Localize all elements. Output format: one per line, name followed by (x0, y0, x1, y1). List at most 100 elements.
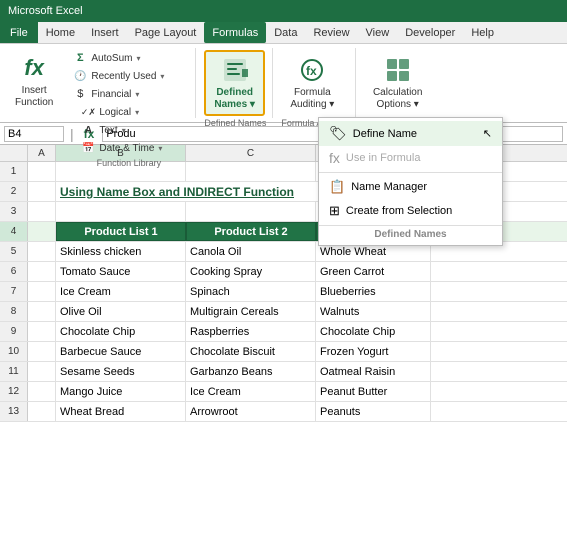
defined-names-button[interactable]: DefinedNames ▾ (204, 50, 265, 116)
cell-10c[interactable]: Chocolate Biscuit (186, 342, 316, 361)
insert-function-label: InsertFunction (15, 85, 53, 109)
cell-8d[interactable]: Walnuts (316, 302, 431, 321)
dropdown-item-use-in-formula[interactable]: fx Use in Formula (319, 146, 502, 170)
cell-9b[interactable]: Chocolate Chip (56, 322, 186, 341)
formula-auditing-label: FormulaAuditing ▾ (290, 87, 334, 111)
cell-10b[interactable]: Barbecue Sauce (56, 342, 186, 361)
menu-view[interactable]: View (358, 22, 398, 43)
menu-data[interactable]: Data (266, 22, 305, 43)
table-row: 9 Chocolate Chip Raspberries Chocolate C… (0, 322, 567, 342)
logical-arrow: ▾ (135, 108, 139, 117)
cell-8c[interactable]: Multigrain Cereals (186, 302, 316, 321)
svg-text:fx: fx (306, 64, 317, 78)
cell-7b[interactable]: Ice Cream (56, 282, 186, 301)
dropdown-item-define-name[interactable]: 🏷 Define Name ↖ (319, 121, 502, 146)
cell-11d[interactable]: Oatmeal Raisin (316, 362, 431, 381)
cell-8b[interactable]: Olive Oil (56, 302, 186, 321)
cell-7d[interactable]: Blueberries (316, 282, 431, 301)
menu-page-layout[interactable]: Page Layout (127, 22, 205, 43)
ribbon: fx InsertFunction Σ AutoSum ▾ 🕐 Recently… (0, 44, 567, 123)
defined-names-icon (219, 55, 251, 85)
cell-5a[interactable] (28, 242, 56, 261)
cell-3a[interactable] (28, 202, 56, 221)
menu-review[interactable]: Review (305, 22, 357, 43)
dropdown-item-create-from-selection[interactable]: ⊞ Create from Selection (319, 199, 502, 223)
cell-12d[interactable]: Peanut Butter (316, 382, 431, 401)
cell-10a[interactable] (28, 342, 56, 361)
menu-home[interactable]: Home (38, 22, 83, 43)
text-button[interactable]: A Text ▾ (78, 122, 165, 138)
cell-8a[interactable] (28, 302, 56, 321)
table-row: 12 Mango Juice Ice Cream Peanut Butter (0, 382, 567, 402)
text-label: Text (99, 125, 117, 136)
formula-auditing-icon: fx (296, 55, 328, 85)
cell-13b[interactable]: Wheat Bread (56, 402, 186, 421)
defined-names-group: DefinedNames ▾ Defined Names (200, 48, 273, 118)
cell-12c[interactable]: Ice Cream (186, 382, 316, 401)
menu-help[interactable]: Help (463, 22, 502, 43)
use-in-formula-icon: fx (329, 150, 340, 166)
row-num-2: 2 (0, 182, 28, 201)
define-name-icon: 🏷 (329, 125, 347, 142)
cell-11c[interactable]: Garbanzo Beans (186, 362, 316, 381)
cell-10d[interactable]: Frozen Yogurt (316, 342, 431, 361)
menu-insert[interactable]: Insert (83, 22, 127, 43)
cell-1c[interactable] (186, 162, 316, 181)
dropdown-item-name-manager[interactable]: 📋 Name Manager (319, 175, 502, 199)
autosum-button[interactable]: Σ AutoSum ▾ (70, 50, 167, 66)
cell-1a[interactable] (28, 162, 56, 181)
cell-5c[interactable]: Canola Oil (186, 242, 316, 261)
menu-bar: File Home Insert Page Layout Formulas Da… (0, 22, 567, 44)
calculation-options-button[interactable]: CalculationOptions ▾ (364, 50, 431, 116)
cell-12a[interactable] (28, 382, 56, 401)
row-num-12: 12 (0, 382, 28, 401)
row-num-10: 10 (0, 342, 28, 361)
use-in-formula-label: Use in Formula (346, 152, 421, 164)
formula-auditing-button[interactable]: fx FormulaAuditing ▾ (281, 50, 343, 116)
cell-9c[interactable]: Raspberries (186, 322, 316, 341)
recently-used-button[interactable]: 🕐 Recently Used ▾ (70, 68, 167, 84)
menu-developer[interactable]: Developer (397, 22, 463, 43)
cell-11a[interactable] (28, 362, 56, 381)
cell-11b[interactable]: Sesame Seeds (56, 362, 186, 381)
menu-file[interactable]: File (0, 22, 38, 43)
cell-3c[interactable] (186, 202, 316, 221)
date-time-button[interactable]: 📅 Date & Time ▾ (78, 140, 165, 156)
row-num-8: 8 (0, 302, 28, 321)
row-col-spacer (0, 145, 28, 161)
ribbon-col-right: ✓✗ Logical ▾ A Text ▾ 📅 Date & Time ▾ (78, 104, 165, 156)
cell-6a[interactable] (28, 262, 56, 281)
name-manager-label: Name Manager (351, 181, 427, 193)
cell-13c[interactable]: Arrowroot (186, 402, 316, 421)
cell-4a[interactable] (28, 222, 56, 241)
cell-13d[interactable]: Peanuts (316, 402, 431, 421)
name-box[interactable]: B4 (4, 126, 64, 142)
date-time-icon: 📅 (81, 141, 95, 155)
title-bar: Microsoft Excel (0, 0, 567, 22)
logical-button[interactable]: ✓✗ Logical ▾ (78, 104, 165, 120)
name-manager-icon: 📋 (329, 179, 345, 195)
cell-3b[interactable] (56, 202, 186, 221)
cell-12b[interactable]: Mango Juice (56, 382, 186, 401)
cell-6d[interactable]: Green Carrot (316, 262, 431, 281)
cell-5b[interactable]: Skinless chicken (56, 242, 186, 261)
cell-9d[interactable]: Chocolate Chip (316, 322, 431, 341)
cell-6c[interactable]: Cooking Spray (186, 262, 316, 281)
insert-function-button[interactable]: fx InsertFunction (6, 48, 62, 114)
function-library-group: Σ AutoSum ▾ 🕐 Recently Used ▾ $ Financia… (66, 48, 196, 118)
cell-9a[interactable] (28, 322, 56, 341)
cell-7a[interactable] (28, 282, 56, 301)
menu-formulas[interactable]: Formulas (204, 22, 266, 43)
cell-7c[interactable]: Spinach (186, 282, 316, 301)
dropdown-defined-names-label: Defined Names (319, 225, 502, 242)
cell-4b-header[interactable]: Product List 1 (56, 222, 186, 241)
title-text: Microsoft Excel (8, 5, 83, 17)
financial-button[interactable]: $ Financial ▾ (70, 86, 167, 102)
cell-6b[interactable]: Tomato Sauce (56, 262, 186, 281)
cell-2a[interactable] (28, 182, 56, 201)
financial-label: Financial (91, 89, 131, 100)
create-from-selection-icon: ⊞ (329, 203, 340, 219)
cell-4c-header[interactable]: Product List 2 (186, 222, 316, 241)
cell-13a[interactable] (28, 402, 56, 421)
ribbon-col-left: Σ AutoSum ▾ 🕐 Recently Used ▾ $ Financia… (70, 50, 167, 102)
